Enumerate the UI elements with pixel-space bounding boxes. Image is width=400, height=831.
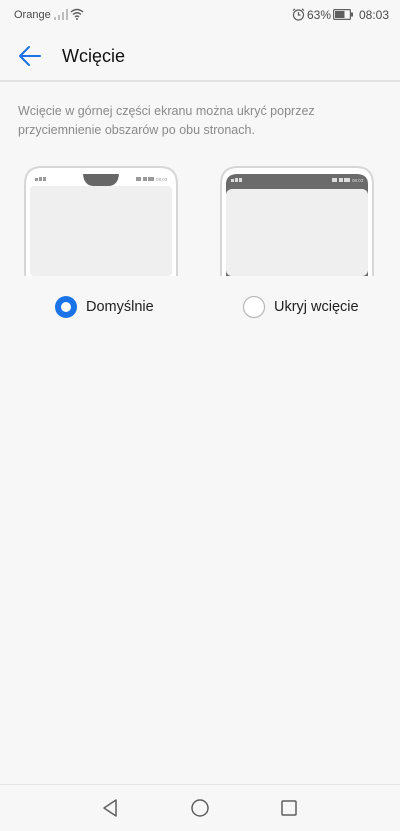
notch-description: Wcięcie w górnej części ekranu można ukr… [18, 104, 315, 137]
option-hide-notch-label: Ukryj wcięcie [274, 299, 359, 315]
navigation-bar [0, 784, 400, 831]
header-divider [0, 80, 400, 82]
page-title: Wcięcie [62, 46, 126, 66]
phone-outline-hidden: 08:03 [220, 166, 374, 276]
option-default-label: Domyślnie [86, 299, 154, 315]
wifi-icon [70, 8, 84, 20]
app-bar: Wcięcie [0, 32, 400, 80]
notch-shape [83, 174, 119, 186]
preview-hidden-notch[interactable]: 08:03 [220, 166, 374, 276]
square-recent-icon[interactable] [279, 798, 299, 818]
status-bar: Orange 63% 08:03 [0, 0, 400, 32]
preview-time-right: 08:03 [352, 178, 364, 183]
triangle-back-icon[interactable] [101, 798, 121, 818]
battery-icon [333, 9, 353, 20]
phone-outline-default: 08:03 [24, 166, 178, 276]
arrow-left-icon[interactable] [18, 44, 42, 68]
alarm-icon [292, 8, 305, 21]
carrier-name: Orange [14, 9, 51, 21]
radio-selected[interactable] [54, 295, 78, 319]
signal-icon [54, 9, 68, 20]
status-clock: 08:03 [359, 8, 390, 22]
circle-home-icon[interactable] [190, 798, 210, 818]
battery-percent: 63% [307, 8, 332, 22]
radio-unselected[interactable] [242, 295, 266, 319]
preview-default-notch[interactable]: 08:03 [24, 166, 178, 276]
preview-time-left: 08:03 [156, 177, 168, 182]
